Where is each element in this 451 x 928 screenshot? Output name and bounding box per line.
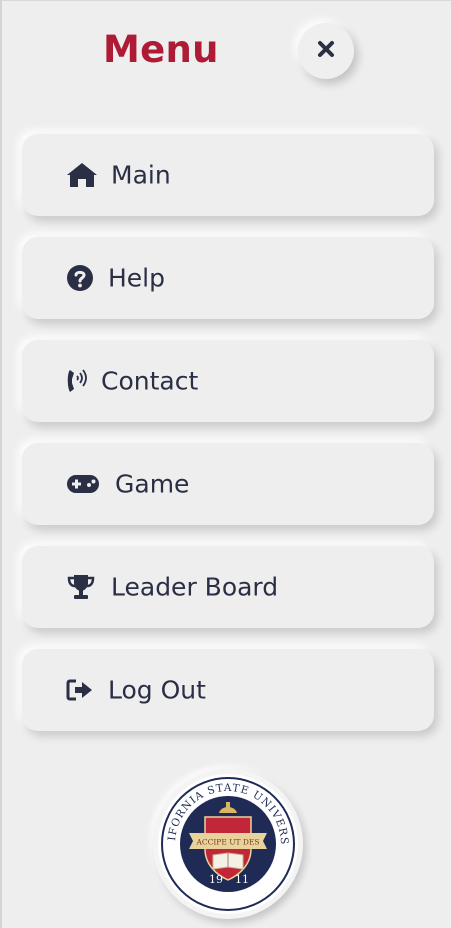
question-circle-icon (66, 264, 94, 292)
home-icon (66, 162, 98, 188)
menu-item-label: Leader Board (111, 572, 279, 602)
university-seal: CALIFORNIA STATE UNIVERSITY FRESNO ACCIP… (148, 760, 303, 919)
seal-ribbon-text: ACCIPE UT DES (195, 838, 259, 847)
menu-item-help[interactable]: Help (22, 237, 434, 319)
menu-title: Menu (103, 28, 219, 71)
menu-item-contact[interactable]: Contact (22, 340, 434, 422)
sign-out-icon (66, 679, 94, 701)
menu-item-label: Main (111, 160, 171, 190)
close-button[interactable] (298, 23, 354, 79)
menu-item-log-out[interactable]: Log Out (22, 649, 434, 731)
menu-item-leader-board[interactable]: Leader Board (22, 546, 434, 628)
menu-item-label: Contact (101, 366, 199, 396)
trophy-icon (66, 573, 96, 601)
menu-item-label: Log Out (108, 675, 206, 705)
seal-year-right: 11 (235, 873, 249, 886)
menu-panel: Menu Main Help Contact Game Leader Board… (0, 0, 451, 928)
menu-item-label: Help (108, 263, 165, 293)
seal-year-left: 19 (209, 873, 223, 886)
menu-item-main[interactable]: Main (22, 134, 434, 216)
menu-item-game[interactable]: Game (22, 443, 434, 525)
phone-volume-icon (66, 367, 88, 395)
gamepad-icon (66, 474, 100, 494)
close-icon (316, 39, 336, 63)
menu-item-label: Game (115, 469, 190, 499)
